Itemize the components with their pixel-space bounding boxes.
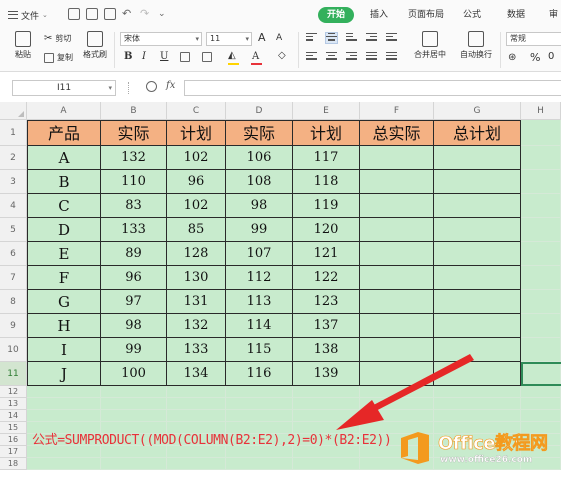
arrow-shaft <box>366 354 474 414</box>
watermark-title: Office教程网 <box>438 433 549 455</box>
office-logo-icon <box>401 432 429 464</box>
red-arrow-annotation <box>336 354 474 430</box>
watermark: Office教程网 www.office26.com <box>398 428 558 472</box>
watermark-url: www.office26.com <box>440 455 533 465</box>
